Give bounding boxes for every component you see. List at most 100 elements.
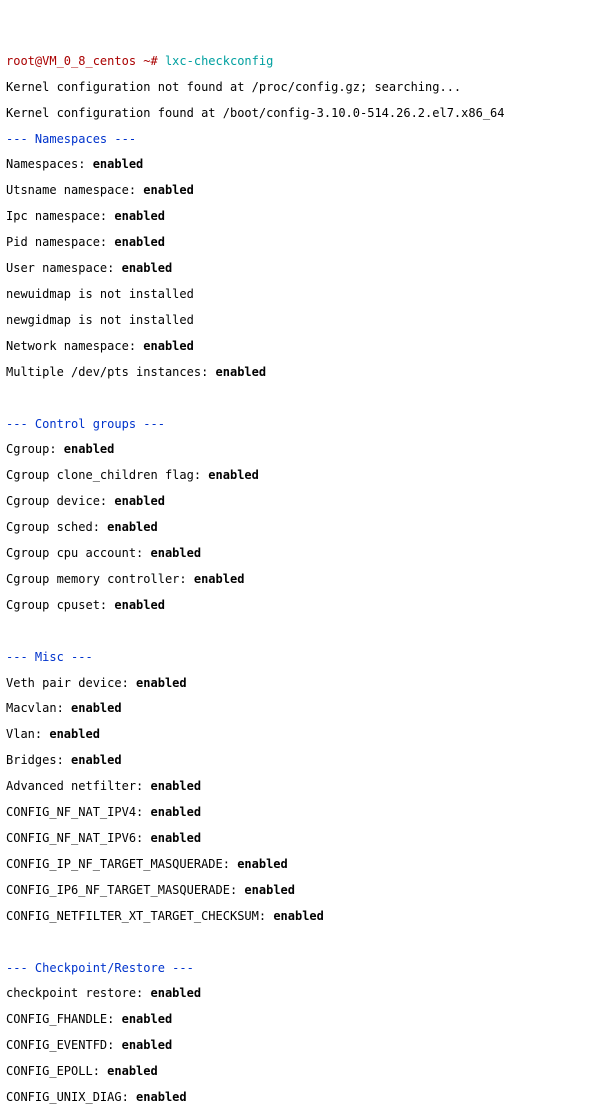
check-line: CONFIG_NF_NAT_IPV6: enabled <box>6 832 594 845</box>
check-status: enabled <box>151 831 202 845</box>
check-label: Vlan: <box>6 727 49 741</box>
check-line: newgidmap is not installed <box>6 314 594 327</box>
check-label: CONFIG_IP6_NF_TARGET_MASQUERADE: <box>6 883 244 897</box>
check-line: newuidmap is not installed <box>6 288 594 301</box>
check-status: enabled <box>107 520 158 534</box>
check-line: Macvlan: enabled <box>6 702 594 715</box>
blank-line <box>6 936 594 949</box>
check-label: Namespaces: <box>6 157 93 171</box>
check-label: Cgroup memory controller: <box>6 572 194 586</box>
check-status: enabled <box>114 209 165 223</box>
check-label: Network namespace: <box>6 339 143 353</box>
check-status: enabled <box>122 1012 173 1026</box>
check-status: enabled <box>114 598 165 612</box>
check-status: enabled <box>114 235 165 249</box>
check-status: enabled <box>93 157 144 171</box>
blank-line <box>6 392 594 405</box>
check-status: enabled <box>244 883 295 897</box>
check-label: Cgroup cpu account: <box>6 546 151 560</box>
check-status: enabled <box>151 546 202 560</box>
section-header: --- Namespaces --- <box>6 133 594 146</box>
check-label: Cgroup device: <box>6 494 114 508</box>
check-line: Veth pair device: enabled <box>6 677 594 690</box>
check-line: CONFIG_IP_NF_TARGET_MASQUERADE: enabled <box>6 858 594 871</box>
check-status: enabled <box>136 1090 187 1104</box>
check-status: enabled <box>114 494 165 508</box>
check-line: User namespace: enabled <box>6 262 594 275</box>
check-line: Cgroup device: enabled <box>6 495 594 508</box>
check-label: User namespace: <box>6 261 122 275</box>
check-status: enabled <box>71 701 122 715</box>
check-line: Cgroup memory controller: enabled <box>6 573 594 586</box>
check-label: Pid namespace: <box>6 235 114 249</box>
check-status: enabled <box>107 1064 158 1078</box>
check-status: enabled <box>122 1038 173 1052</box>
check-line: CONFIG_EPOLL: enabled <box>6 1065 594 1078</box>
check-label: CONFIG_NETFILTER_XT_TARGET_CHECKSUM: <box>6 909 273 923</box>
check-status: enabled <box>151 805 202 819</box>
check-line: Bridges: enabled <box>6 754 594 767</box>
check-label: Cgroup clone_children flag: <box>6 468 208 482</box>
check-label: CONFIG_NF_NAT_IPV4: <box>6 805 151 819</box>
check-line: Utsname namespace: enabled <box>6 184 594 197</box>
kernel-search-line: Kernel configuration not found at /proc/… <box>6 81 594 94</box>
check-status: enabled <box>143 339 194 353</box>
check-status: enabled <box>122 261 173 275</box>
check-line: CONFIG_NETFILTER_XT_TARGET_CHECKSUM: ena… <box>6 910 594 923</box>
check-line: Cgroup cpu account: enabled <box>6 547 594 560</box>
check-line: Cgroup sched: enabled <box>6 521 594 534</box>
shell-command: lxc-checkconfig <box>165 54 273 68</box>
check-line: checkpoint restore: enabled <box>6 987 594 1000</box>
kernel-found-line: Kernel configuration found at /boot/conf… <box>6 107 594 120</box>
check-label: CONFIG_EPOLL: <box>6 1064 107 1078</box>
check-label: Cgroup cpuset: <box>6 598 114 612</box>
check-status: enabled <box>64 442 115 456</box>
check-line: Pid namespace: enabled <box>6 236 594 249</box>
check-label: Advanced netfilter: <box>6 779 151 793</box>
check-label: CONFIG_NF_NAT_IPV6: <box>6 831 151 845</box>
check-label: Utsname namespace: <box>6 183 143 197</box>
check-label: Bridges: <box>6 753 71 767</box>
check-line: Cgroup: enabled <box>6 443 594 456</box>
check-status: enabled <box>216 365 267 379</box>
check-label: CONFIG_EVENTFD: <box>6 1038 122 1052</box>
check-status: enabled <box>208 468 259 482</box>
check-status: enabled <box>143 183 194 197</box>
check-status: enabled <box>49 727 100 741</box>
section-header: --- Checkpoint/Restore --- <box>6 962 594 975</box>
check-line: Multiple /dev/pts instances: enabled <box>6 366 594 379</box>
section-header: --- Misc --- <box>6 651 594 664</box>
check-line: CONFIG_FHANDLE: enabled <box>6 1013 594 1026</box>
check-line: CONFIG_UNIX_DIAG: enabled <box>6 1091 594 1104</box>
check-label: checkpoint restore: <box>6 986 151 1000</box>
check-label: CONFIG_IP_NF_TARGET_MASQUERADE: <box>6 857 237 871</box>
check-label: Cgroup: <box>6 442 64 456</box>
check-label: CONFIG_UNIX_DIAG: <box>6 1090 136 1104</box>
check-line: CONFIG_NF_NAT_IPV4: enabled <box>6 806 594 819</box>
check-label: CONFIG_FHANDLE: <box>6 1012 122 1026</box>
check-line: Network namespace: enabled <box>6 340 594 353</box>
check-status: enabled <box>151 779 202 793</box>
check-line: Cgroup clone_children flag: enabled <box>6 469 594 482</box>
check-label: Veth pair device: <box>6 676 136 690</box>
check-label: newuidmap is not installed <box>6 287 194 301</box>
check-status: enabled <box>136 676 187 690</box>
check-status: enabled <box>194 572 245 586</box>
check-label: Multiple /dev/pts instances: <box>6 365 216 379</box>
check-line: Ipc namespace: enabled <box>6 210 594 223</box>
blank-line <box>6 625 594 638</box>
check-line: Vlan: enabled <box>6 728 594 741</box>
check-label: newgidmap is not installed <box>6 313 194 327</box>
check-label: Cgroup sched: <box>6 520 107 534</box>
check-line: Namespaces: enabled <box>6 158 594 171</box>
check-line: CONFIG_EVENTFD: enabled <box>6 1039 594 1052</box>
check-line: Cgroup cpuset: enabled <box>6 599 594 612</box>
check-label: Ipc namespace: <box>6 209 114 223</box>
check-line: Advanced netfilter: enabled <box>6 780 594 793</box>
check-label: Macvlan: <box>6 701 71 715</box>
shell-line: root@VM_0_8_centos ~# lxc-checkconfig <box>6 55 594 68</box>
check-status: enabled <box>273 909 324 923</box>
check-status: enabled <box>151 986 202 1000</box>
section-header: --- Control groups --- <box>6 418 594 431</box>
check-line: CONFIG_IP6_NF_TARGET_MASQUERADE: enabled <box>6 884 594 897</box>
